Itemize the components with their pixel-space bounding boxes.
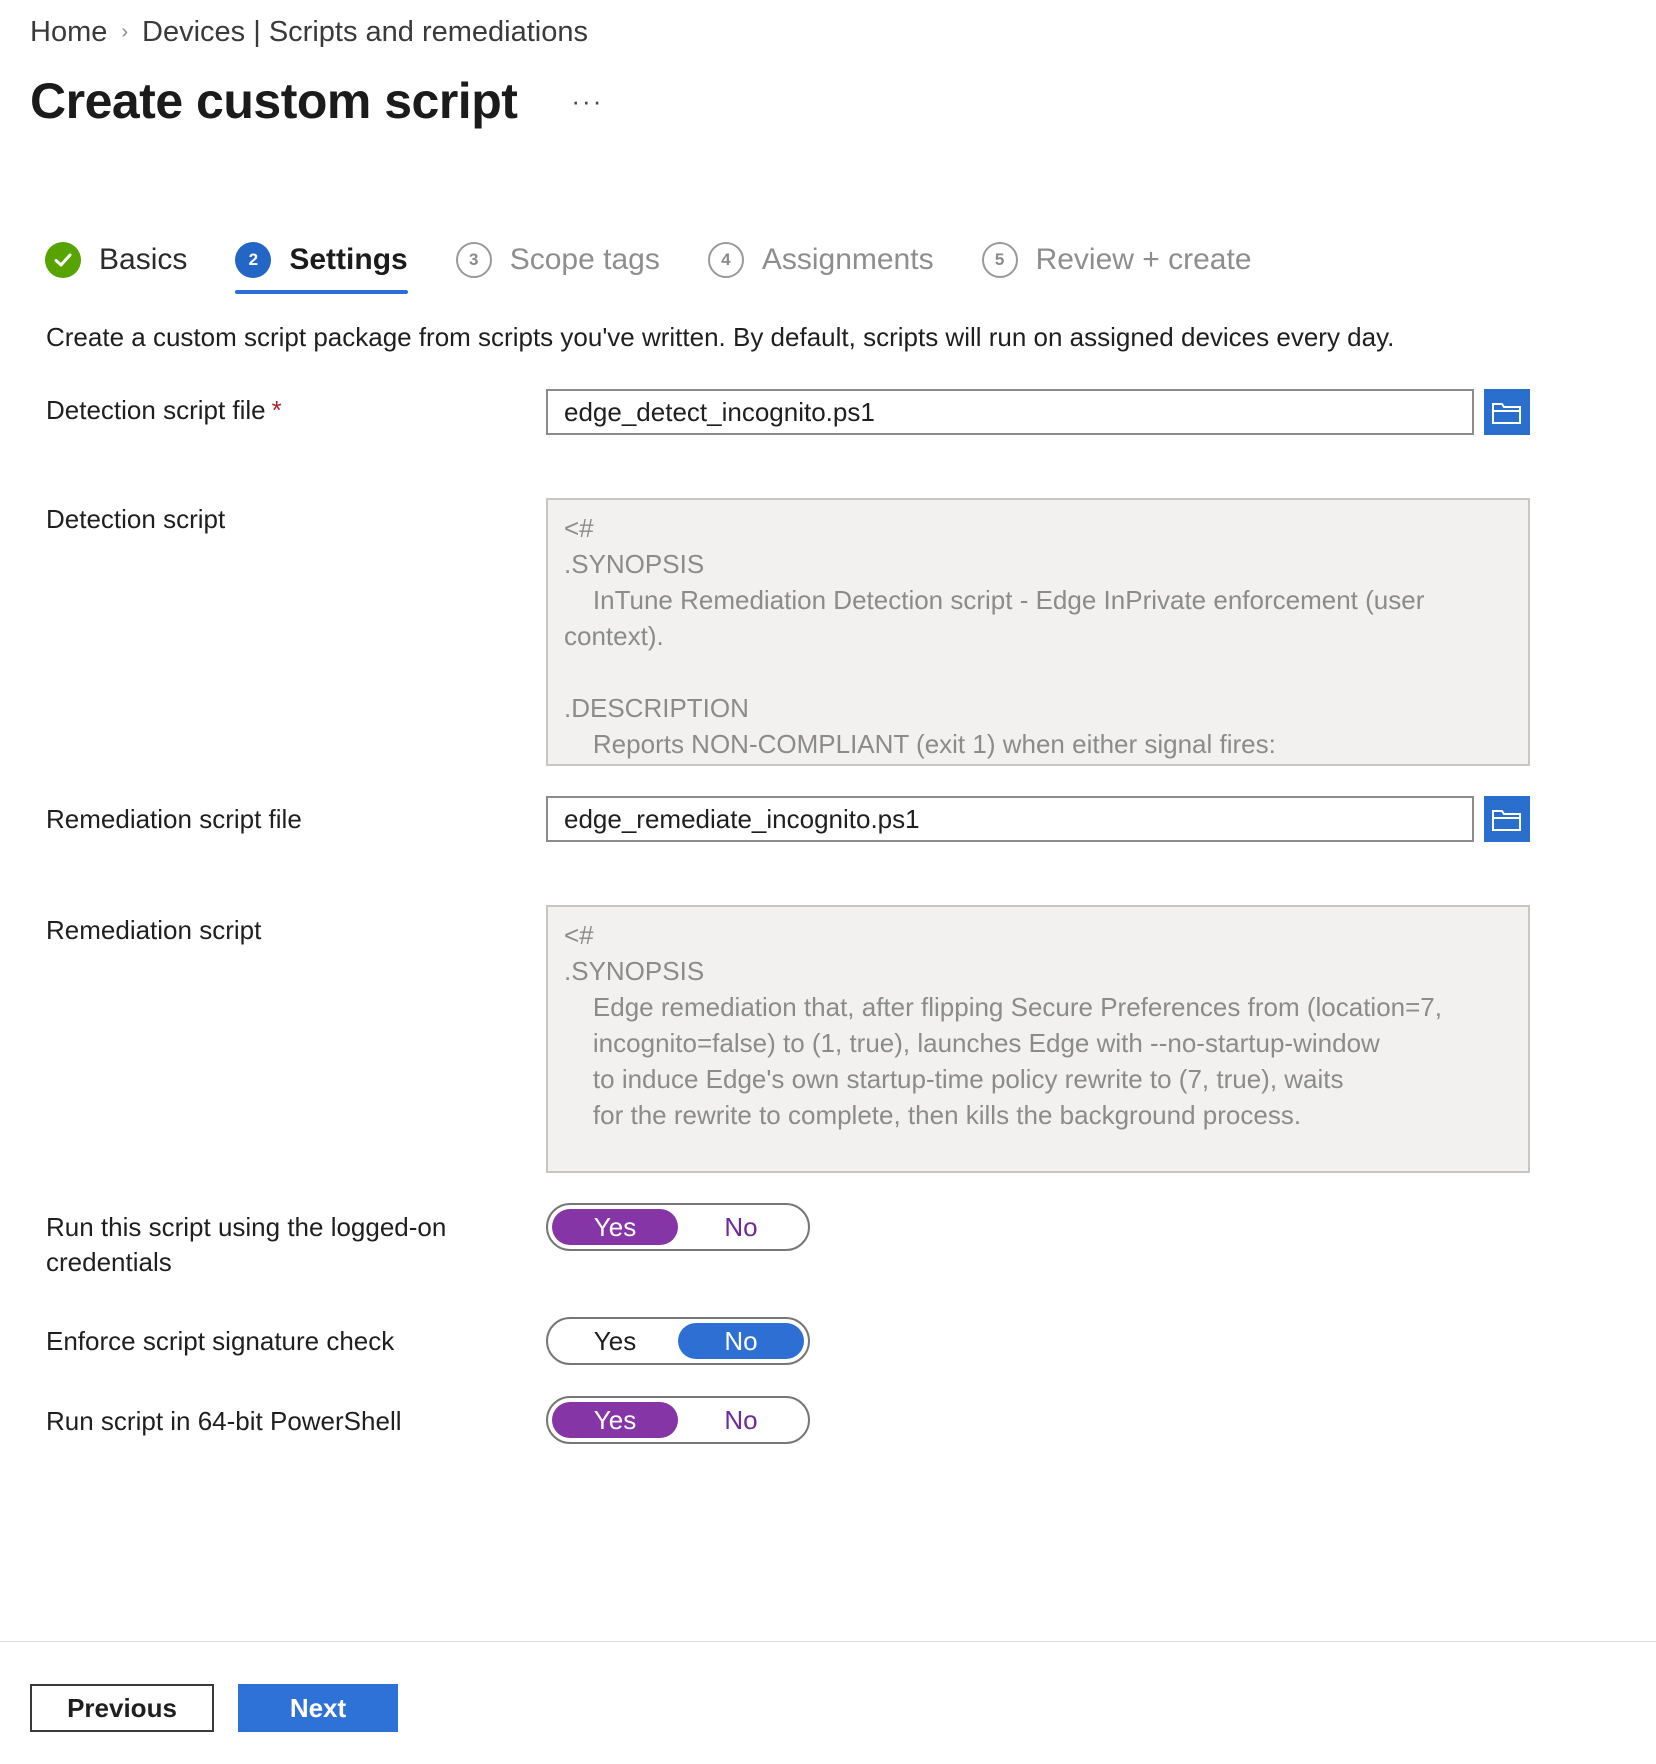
powershell-64bit-no[interactable]: No	[678, 1402, 804, 1438]
tab-basics[interactable]: Basics	[45, 236, 187, 284]
logged-on-credentials-label: Run this script using the logged-on cred…	[46, 1212, 447, 1277]
breadcrumb: Home › Devices | Scripts and remediation…	[30, 16, 588, 49]
checkmark-icon	[54, 253, 72, 267]
tab-assignments-label: Assignments	[761, 243, 934, 276]
create-custom-script-page: Home › Devices | Scripts and remediation…	[0, 0, 1656, 1764]
step-number-badge: 4	[707, 242, 744, 278]
powershell-64bit-yes[interactable]: Yes	[552, 1402, 678, 1438]
detection-script-label: Detection script	[46, 504, 226, 534]
tab-assignments[interactable]: 4 Assignments	[707, 236, 934, 284]
remediation-script-file-input[interactable]	[546, 796, 1474, 842]
tab-scope-tags-label: Scope tags	[509, 243, 660, 276]
step-number-badge: 2	[235, 242, 272, 278]
detection-script-browse-button[interactable]	[1484, 389, 1530, 435]
tab-settings[interactable]: 2 Settings	[235, 236, 409, 294]
tab-basics-label: Basics	[99, 243, 188, 276]
step-number-badge: 5	[981, 242, 1018, 278]
signature-check-yes[interactable]: Yes	[552, 1323, 678, 1359]
tab-settings-label: Settings	[289, 243, 408, 276]
powershell-64bit-toggle: Yes No	[546, 1396, 810, 1444]
signature-check-no[interactable]: No	[678, 1323, 804, 1359]
logged-on-credentials-no[interactable]: No	[678, 1209, 804, 1245]
footer-divider	[0, 1641, 1656, 1642]
tab-review-create[interactable]: 5 Review + create	[981, 236, 1252, 284]
detection-script-file-input[interactable]	[546, 389, 1474, 435]
tab-scope-tags[interactable]: 3 Scope tags	[455, 236, 660, 284]
title-row: Create custom script ···	[30, 72, 611, 130]
remediation-script-content[interactable]: <# .SYNOPSIS Edge remediation that, afte…	[546, 905, 1530, 1173]
detection-script-file-label: Detection script file *	[46, 393, 282, 428]
logged-on-credentials-yes[interactable]: Yes	[552, 1209, 678, 1245]
checkmark-circle-icon	[45, 242, 81, 278]
page-description: Create a custom script package from scri…	[46, 322, 1395, 352]
chevron-right-icon: ›	[121, 21, 129, 43]
page-title: Create custom script	[30, 73, 518, 129]
folder-open-icon	[1492, 810, 1521, 831]
logged-on-credentials-toggle: Yes No	[546, 1203, 810, 1251]
wizard-steps: Basics 2 Settings 3 Scope tags 4 Assignm…	[45, 236, 1300, 294]
next-button[interactable]: Next	[238, 1684, 398, 1732]
remediation-script-label: Remediation script	[46, 915, 262, 945]
breadcrumb-home[interactable]: Home	[30, 16, 107, 49]
required-marker: *	[271, 395, 282, 425]
previous-button[interactable]: Previous	[30, 1684, 214, 1732]
breadcrumb-scripts-and-remediations[interactable]: Devices | Scripts and remediations	[142, 16, 588, 49]
detection-script-file-label-text: Detection script file	[46, 395, 266, 425]
tab-review-create-label: Review + create	[1035, 243, 1252, 276]
step-number-badge: 3	[455, 242, 492, 278]
detection-script-content[interactable]: <# .SYNOPSIS InTune Remediation Detectio…	[546, 498, 1530, 766]
signature-check-toggle: Yes No	[546, 1317, 810, 1365]
folder-open-icon	[1492, 403, 1521, 424]
remediation-script-file-label: Remediation script file	[46, 804, 302, 834]
remediation-script-browse-button[interactable]	[1484, 796, 1530, 842]
signature-check-label: Enforce script signature check	[46, 1326, 395, 1356]
powershell-64bit-label: Run script in 64-bit PowerShell	[46, 1406, 402, 1436]
ellipsis-icon[interactable]: ···	[563, 82, 611, 121]
